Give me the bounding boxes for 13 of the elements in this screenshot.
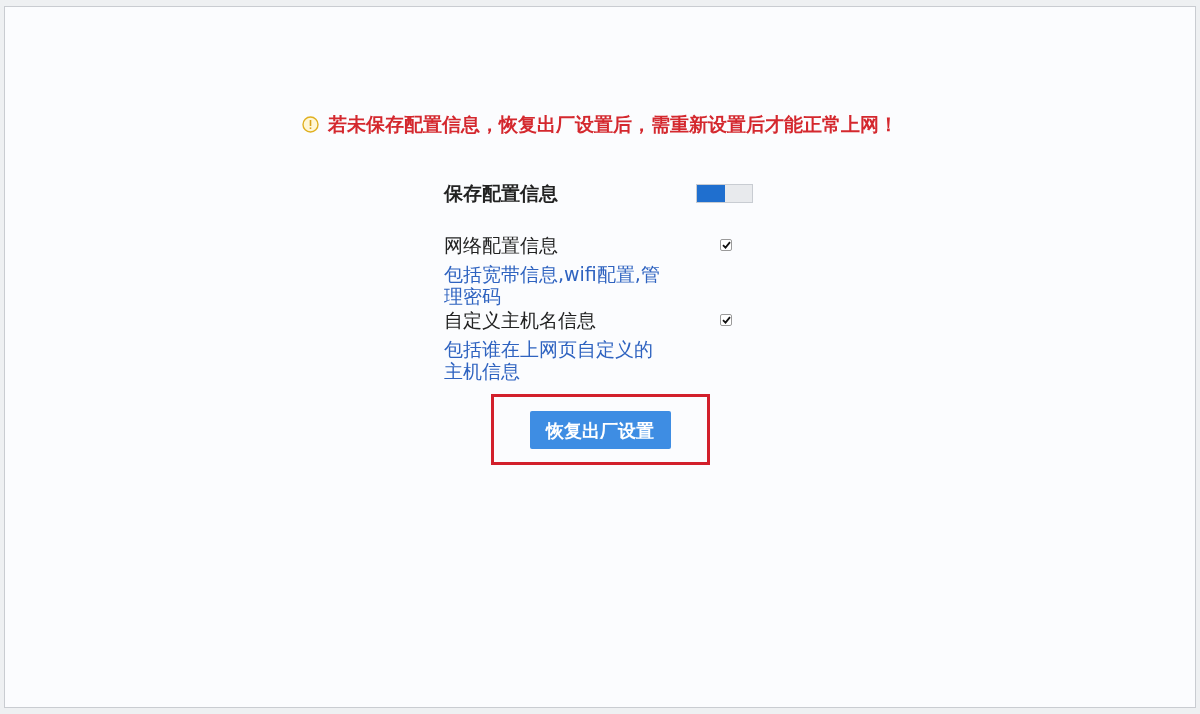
section-title: 保存配置信息: [444, 181, 558, 206]
checkmark-icon: [721, 316, 731, 324]
reset-button[interactable]: 恢复出厂设置: [529, 411, 671, 449]
warning-text: 若未保存配置信息，恢复出厂设置后，需重新设置后才能正常上网！: [328, 112, 898, 137]
checkbox[interactable]: [720, 314, 732, 326]
option-label: 自定义主机名信息: [444, 308, 596, 333]
checkmark-icon: [721, 241, 731, 249]
option-description: 包括谁在上网页自定义的主机信息: [444, 338, 654, 382]
option-description: 包括宽带信息,wifi配置,管理密码: [444, 263, 661, 307]
option-label: 网络配置信息: [444, 233, 558, 258]
checkbox[interactable]: [720, 239, 732, 251]
warning-icon: [302, 115, 319, 133]
toggle-switch[interactable]: [696, 183, 753, 203]
